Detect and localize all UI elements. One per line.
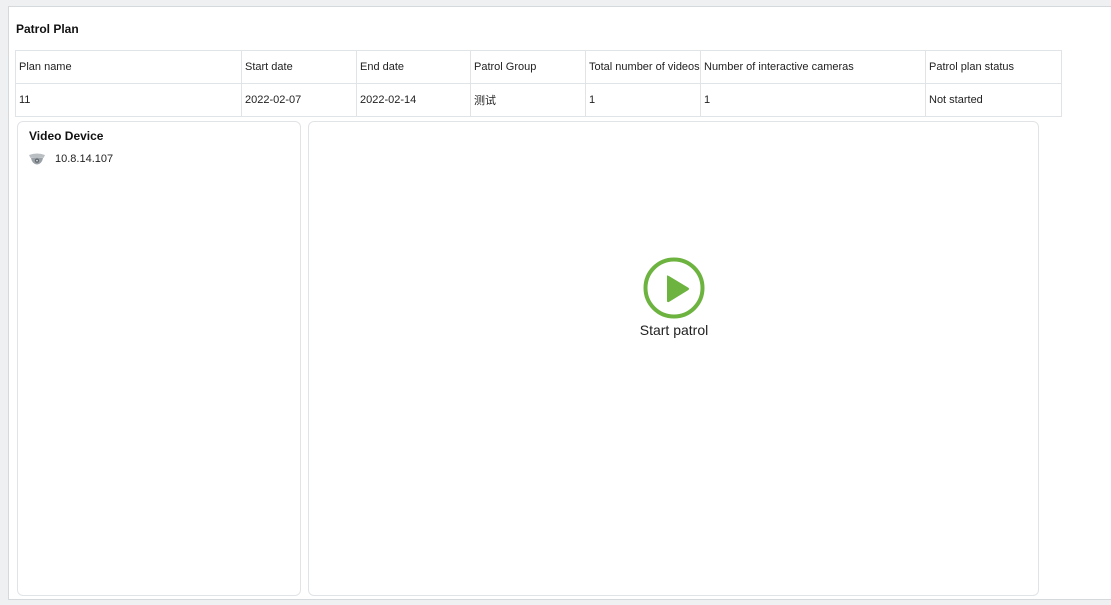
cell-start-date: 2022-02-07 bbox=[241, 83, 357, 117]
patrol-plan-table: Plan name Start date End date Patrol Gro… bbox=[15, 50, 1062, 117]
start-patrol-button[interactable]: Start patrol bbox=[619, 257, 729, 338]
cell-plan-status: Not started bbox=[925, 83, 1062, 117]
column-header-patrol-group: Patrol Group bbox=[470, 50, 586, 84]
video-device-heading: Video Device bbox=[29, 129, 104, 143]
column-header-total-videos: Total number of videos bbox=[585, 50, 701, 84]
column-header-interactive-cameras: Number of interactive cameras bbox=[700, 50, 926, 84]
column-header-plan-status: Patrol plan status bbox=[925, 50, 1062, 84]
patrol-plan-frame: Patrol Plan Plan name Start date End dat… bbox=[8, 6, 1111, 600]
cell-plan-name: 11 bbox=[15, 83, 242, 117]
cell-end-date: 2022-02-14 bbox=[356, 83, 471, 117]
cell-interactive-cameras: 1 bbox=[700, 83, 926, 117]
play-circle-icon bbox=[643, 257, 705, 319]
start-patrol-label: Start patrol bbox=[639, 322, 709, 338]
column-header-end-date: End date bbox=[356, 50, 471, 84]
column-header-plan-name: Plan name bbox=[15, 50, 242, 84]
device-item[interactable]: 10.8.14.107 bbox=[28, 152, 113, 166]
page-title: Patrol Plan bbox=[16, 22, 79, 36]
cell-patrol-group: 测试 bbox=[470, 83, 586, 117]
table-header-row: Plan name Start date End date Patrol Gro… bbox=[15, 50, 1062, 84]
video-device-panel: Video Device 10.8.14.107 bbox=[17, 121, 301, 596]
camera-icon bbox=[28, 152, 46, 166]
video-player-panel: Start patrol bbox=[308, 121, 1039, 596]
table-row: 11 2022-02-07 2022-02-14 测试 1 1 Not star… bbox=[15, 83, 1062, 117]
column-header-start-date: Start date bbox=[241, 50, 357, 84]
device-label: 10.8.14.107 bbox=[55, 153, 114, 165]
cell-total-videos: 1 bbox=[585, 83, 701, 117]
